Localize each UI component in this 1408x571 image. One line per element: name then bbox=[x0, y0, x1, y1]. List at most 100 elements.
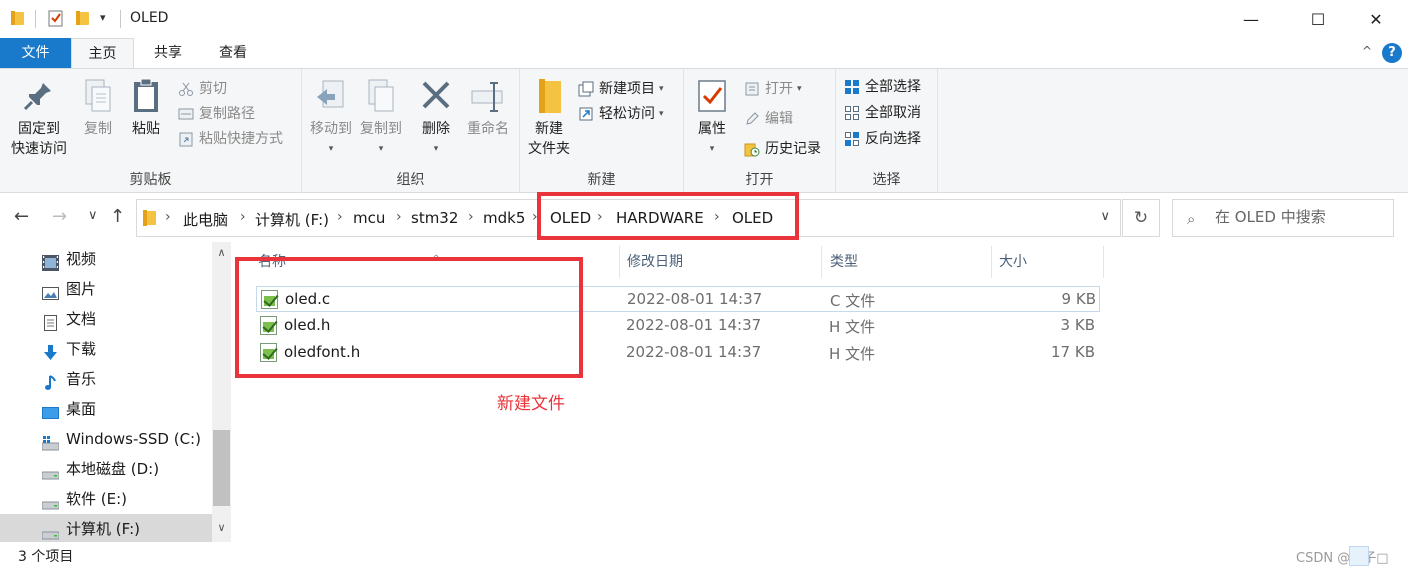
search-input[interactable] bbox=[1215, 208, 1385, 226]
nav-item-drive-f[interactable]: 计算机 (F:) bbox=[0, 514, 212, 542]
copy-path-button[interactable]: 复制路径 bbox=[178, 102, 255, 126]
window-title: OLED bbox=[130, 10, 169, 26]
copy-path-icon bbox=[178, 106, 194, 122]
minimize-button[interactable]: — bbox=[1228, 0, 1274, 38]
breadcrumb-separator-icon: › bbox=[337, 209, 343, 225]
new-group: 新建 文件夹 新建项目 ▾ 轻松访问 ▾ 新建 bbox=[520, 69, 684, 193]
file-type: C 文件 bbox=[830, 292, 876, 310]
refresh-button[interactable]: ↻ bbox=[1122, 199, 1160, 237]
nav-item-videos[interactable]: 视频 bbox=[0, 244, 212, 274]
file-size: 17 KB bbox=[1051, 343, 1095, 361]
breadcrumb-drive-f[interactable]: 计算机 (F:) bbox=[255, 209, 329, 230]
details-view-icon[interactable] bbox=[1349, 546, 1369, 566]
recent-locations-chevron-down-icon[interactable]: ∨ bbox=[88, 208, 98, 223]
windows-drive-icon bbox=[41, 431, 60, 451]
properties-label: 属性 bbox=[698, 121, 726, 137]
close-button[interactable]: ✕ bbox=[1353, 0, 1399, 38]
copy-icon bbox=[80, 77, 116, 115]
paste-label: 粘贴 bbox=[132, 121, 160, 137]
open-button[interactable]: 打开 ▾ bbox=[744, 77, 802, 101]
breadcrumb-this-pc[interactable]: 此电脑 bbox=[183, 209, 228, 230]
nav-item-downloads[interactable]: 下载 bbox=[0, 334, 212, 364]
scroll-up-chevron-icon[interactable]: ∧ bbox=[212, 246, 231, 259]
nav-item-music[interactable]: 音乐 bbox=[0, 364, 212, 394]
breadcrumb-stm32[interactable]: stm32 bbox=[411, 209, 458, 227]
paste-shortcut-button[interactable]: 粘贴快捷方式 bbox=[178, 127, 283, 151]
open-chevron-down-icon: ▾ bbox=[797, 84, 802, 94]
large-icons-view-icon[interactable] bbox=[1374, 546, 1394, 566]
breadcrumb-separator-icon: › bbox=[165, 209, 171, 225]
nav-item-documents[interactable]: 文档 bbox=[0, 304, 212, 334]
select-all-button[interactable]: 全部选择 bbox=[844, 75, 921, 99]
select-none-label: 全部取消 bbox=[865, 105, 921, 121]
edit-label: 编辑 bbox=[765, 111, 793, 127]
nav-pane-scrollbar[interactable]: ∧ ∨ bbox=[212, 242, 231, 542]
copy-button[interactable]: 复制 bbox=[78, 75, 118, 139]
nav-item-label: 文档 bbox=[66, 310, 97, 328]
column-header-date[interactable]: 修改日期 bbox=[620, 246, 822, 278]
nav-item-drive-e[interactable]: 软件 (E:) bbox=[0, 484, 212, 514]
scrollbar-thumb[interactable] bbox=[213, 430, 230, 506]
rename-button[interactable]: 重命名 bbox=[462, 75, 514, 139]
column-header-label: 修改日期 bbox=[627, 254, 683, 270]
new-folder-quick-icon[interactable] bbox=[76, 9, 90, 25]
easy-access-button[interactable]: 轻松访问 ▾ bbox=[578, 102, 664, 126]
history-button[interactable]: 历史记录 bbox=[744, 137, 821, 161]
drive-icon bbox=[41, 461, 60, 480]
copy-to-icon bbox=[363, 77, 399, 115]
breadcrumb-mdk5[interactable]: mdk5 bbox=[483, 209, 525, 227]
breadcrumb-separator-icon: › bbox=[396, 209, 402, 225]
customize-quick-access-chevron-down-icon[interactable]: ▾ bbox=[100, 11, 106, 24]
scroll-down-chevron-icon[interactable]: ∨ bbox=[212, 521, 231, 534]
pin-to-quick-access-button[interactable]: 固定到 快速访问 bbox=[8, 75, 70, 159]
video-icon bbox=[42, 251, 59, 271]
new-folder-button[interactable]: 新建 文件夹 bbox=[526, 75, 572, 159]
copy-to-button[interactable]: 复制到 ▾ bbox=[356, 75, 406, 159]
nav-item-drive-d[interactable]: 本地磁盘 (D:) bbox=[0, 454, 212, 484]
nav-item-drive-c[interactable]: Windows-SSD (C:) bbox=[0, 424, 212, 454]
easy-access-icon bbox=[578, 106, 594, 122]
column-header-size[interactable]: 大小 bbox=[992, 246, 1104, 278]
nav-item-pictures[interactable]: 图片 bbox=[0, 274, 212, 304]
nav-item-label: 下载 bbox=[66, 340, 97, 358]
desktop-icon bbox=[42, 401, 59, 419]
paste-button[interactable]: 粘贴 bbox=[126, 75, 166, 139]
new-item-button[interactable]: 新建项目 ▾ bbox=[578, 77, 664, 101]
new-folder-label-line1: 新建 bbox=[535, 121, 563, 137]
invert-selection-button[interactable]: 反向选择 bbox=[844, 127, 921, 151]
collapse-ribbon-button[interactable]: ^ bbox=[1362, 44, 1372, 58]
help-button[interactable]: ? bbox=[1382, 43, 1402, 63]
properties-quick-icon[interactable] bbox=[48, 9, 64, 27]
breadcrumb-mcu[interactable]: mcu bbox=[353, 209, 385, 227]
select-none-button[interactable]: 全部取消 bbox=[844, 101, 921, 125]
file-date: 2022-08-01 14:37 bbox=[626, 343, 762, 361]
title-bar: ▾ OLED — ☐ ✕ bbox=[0, 0, 1408, 38]
nav-item-label: Windows-SSD (C:) bbox=[66, 430, 201, 448]
breadcrumb-separator-icon: › bbox=[240, 209, 246, 225]
nav-item-desktop[interactable]: 桌面 bbox=[0, 394, 212, 424]
open-label: 打开 bbox=[765, 81, 793, 97]
properties-button[interactable]: 属性 ▾ bbox=[692, 75, 732, 159]
edit-button[interactable]: 编辑 bbox=[744, 107, 793, 131]
forward-arrow-icon[interactable]: → bbox=[52, 206, 67, 227]
tab-home[interactable]: 主页 bbox=[71, 38, 134, 69]
tab-view[interactable]: 查看 bbox=[204, 38, 262, 68]
pictures-icon bbox=[42, 281, 59, 300]
copy-path-label: 复制路径 bbox=[199, 106, 255, 122]
tab-file[interactable]: 文件 bbox=[0, 38, 71, 68]
select-group: 全部选择 全部取消 反向选择 选择 bbox=[836, 69, 938, 193]
up-arrow-icon[interactable]: ↑ bbox=[110, 206, 125, 227]
delete-button[interactable]: 删除 ▾ bbox=[416, 75, 456, 159]
maximize-button[interactable]: ☐ bbox=[1295, 0, 1341, 38]
search-box[interactable]: ⌕ bbox=[1172, 199, 1394, 237]
tab-share[interactable]: 共享 bbox=[140, 38, 196, 68]
back-arrow-icon[interactable]: ← bbox=[14, 206, 29, 227]
file-date: 2022-08-01 14:37 bbox=[627, 290, 763, 308]
address-folder-icon bbox=[143, 210, 157, 226]
move-to-button[interactable]: 移动到 ▾ bbox=[306, 75, 356, 159]
address-history-chevron-down-icon[interactable]: ∨ bbox=[1100, 209, 1110, 224]
move-to-icon bbox=[313, 77, 349, 115]
column-header-label: 类型 bbox=[830, 254, 858, 270]
column-header-type[interactable]: 类型 bbox=[822, 246, 992, 278]
cut-button[interactable]: 剪切 bbox=[178, 77, 227, 101]
